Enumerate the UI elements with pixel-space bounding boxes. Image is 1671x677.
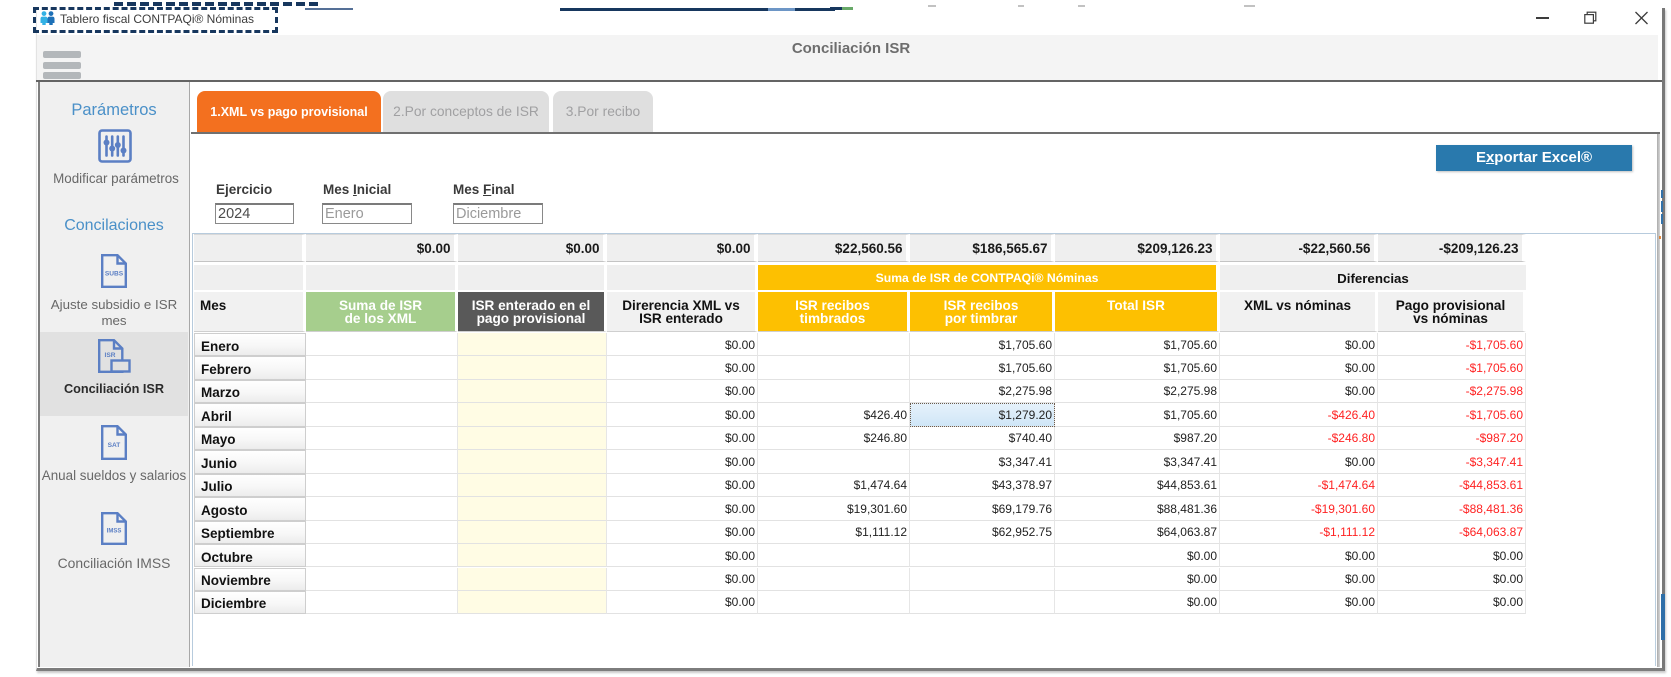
svg-text:SUBS: SUBS	[105, 271, 124, 278]
svg-text:ISR: ISR	[105, 352, 116, 359]
svg-text:SAT: SAT	[108, 442, 121, 449]
svg-text:IMSS: IMSS	[107, 529, 122, 535]
